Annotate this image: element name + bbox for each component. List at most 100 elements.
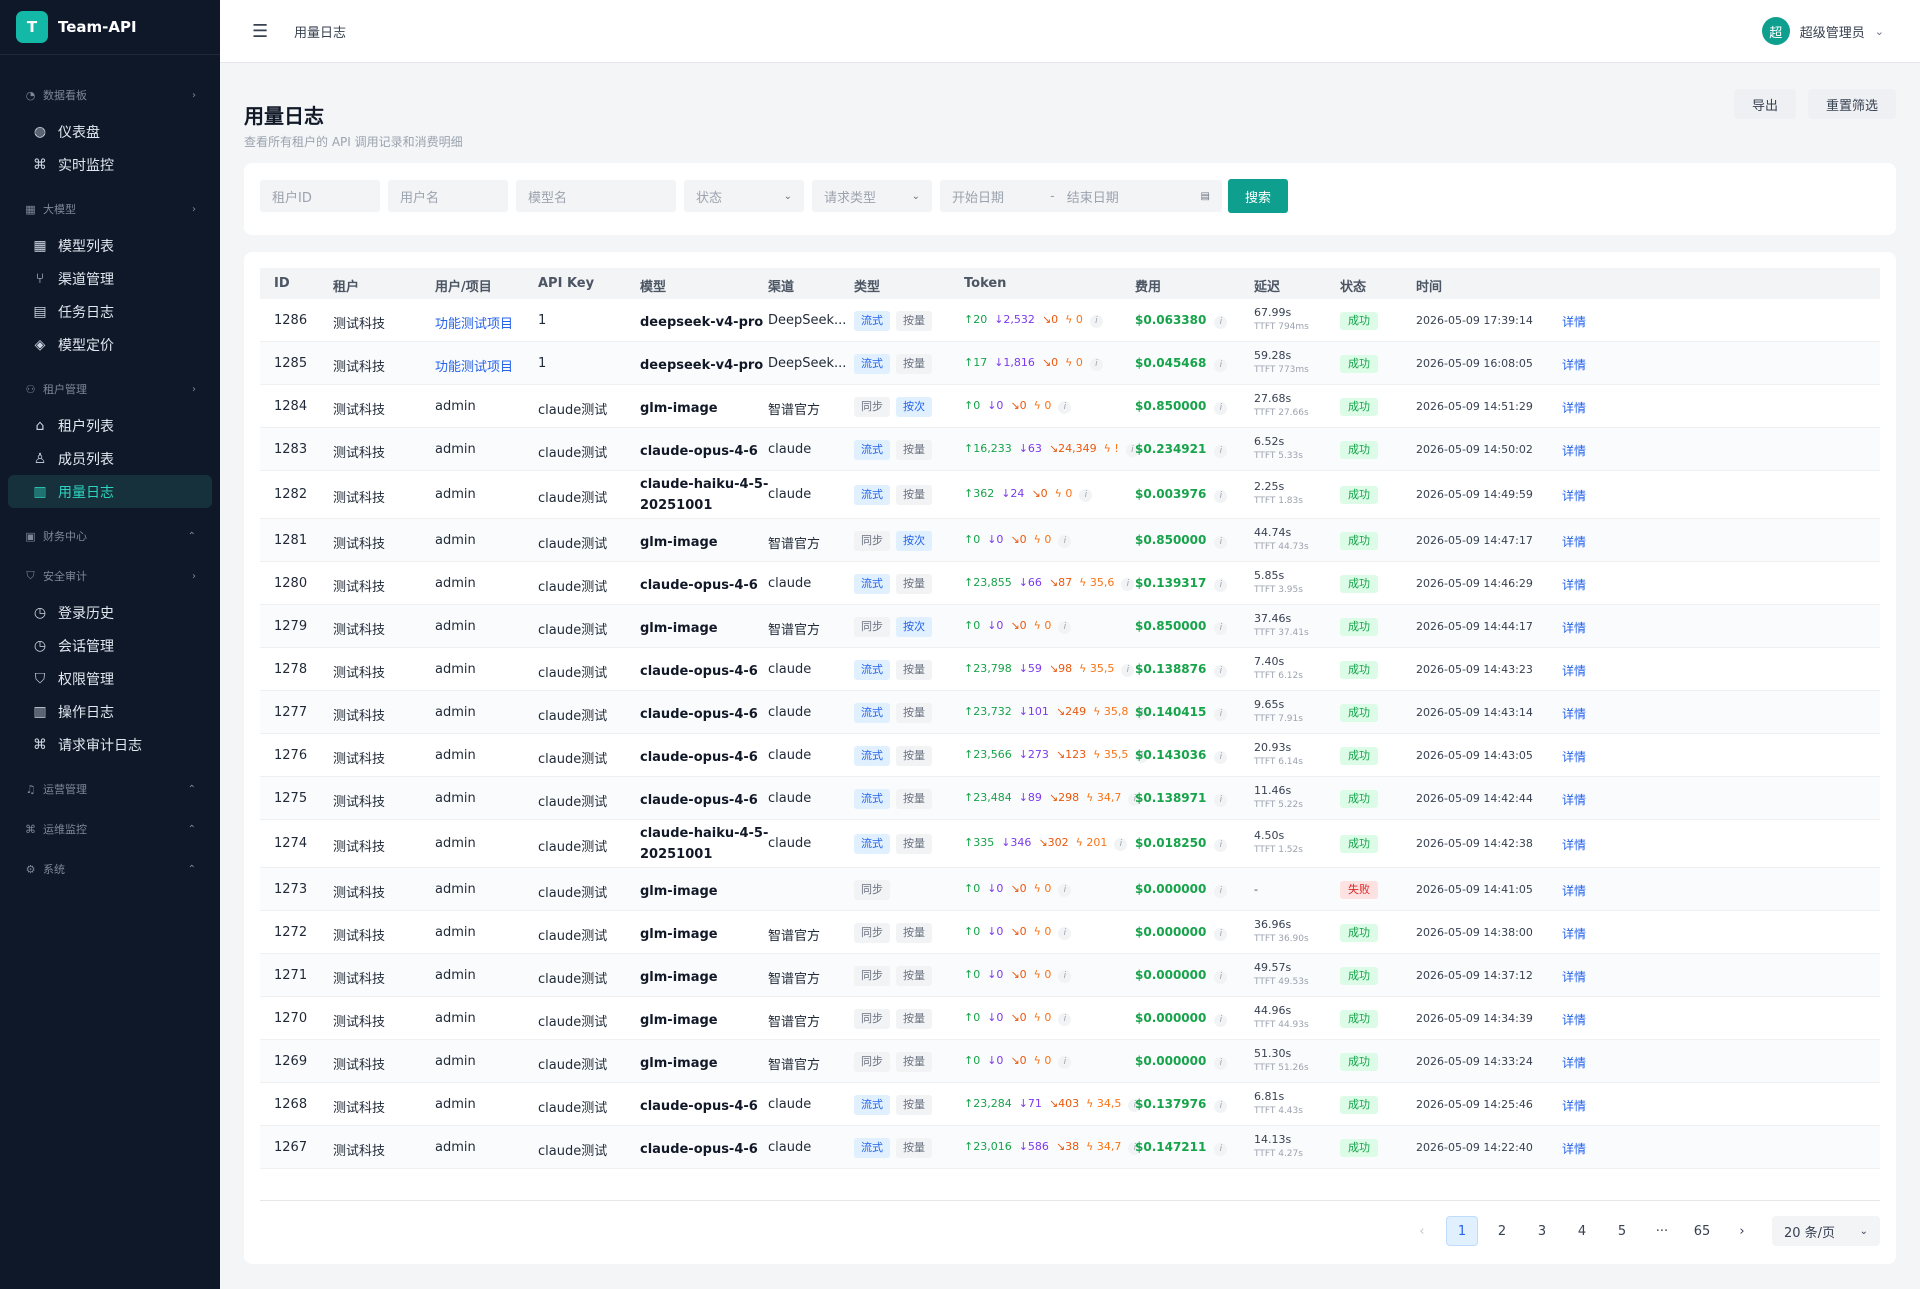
username-input[interactable]: 用户名 <box>388 180 508 212</box>
next-page-button[interactable]: › <box>1726 1216 1758 1246</box>
sidebar-item[interactable]: ♙ 成员列表 <box>8 442 212 475</box>
sidebar-item[interactable]: ⌂ 租户列表 <box>8 409 212 442</box>
info-icon[interactable]: i <box>1214 664 1228 678</box>
detail-link[interactable]: 详情 <box>1562 705 1586 722</box>
export-button[interactable]: 导出 <box>1733 89 1796 119</box>
user-menu[interactable]: 超 超级管理员 ⌄ <box>1761 17 1884 45</box>
detail-link[interactable]: 详情 <box>1562 836 1586 853</box>
model-name-input[interactable]: 模型名 <box>516 180 676 212</box>
sidebar-item[interactable]: ◷ 会话管理 <box>8 629 212 662</box>
info-icon[interactable]: i <box>1214 884 1228 898</box>
detail-link[interactable]: 详情 <box>1562 1054 1586 1071</box>
info-icon[interactable]: i <box>1121 663 1135 677</box>
info-icon[interactable]: i <box>1214 1099 1228 1113</box>
sidebar-group[interactable]: ⛉ 安全审计 › <box>8 556 212 596</box>
sidebar-item[interactable]: ⑂ 渠道管理 <box>8 262 212 295</box>
info-icon[interactable]: i <box>1214 793 1228 807</box>
sidebar-item[interactable]: ⌘ 实时监控 <box>8 148 212 181</box>
detail-link[interactable]: 详情 <box>1562 313 1586 330</box>
detail-link[interactable]: 详情 <box>1562 968 1586 985</box>
info-icon[interactable]: i <box>1214 1013 1228 1027</box>
page-button[interactable]: 5 <box>1606 1216 1638 1246</box>
page-button[interactable]: 65 <box>1686 1216 1718 1246</box>
info-icon[interactable]: i <box>1214 315 1228 329</box>
info-icon[interactable]: i <box>1214 358 1228 372</box>
sidebar-group[interactable]: ▣ 财务中心 ⌃ <box>8 516 212 556</box>
info-icon[interactable]: i <box>1214 839 1228 852</box>
sidebar-group[interactable]: ♫ 运营管理 ⌃ <box>8 769 212 809</box>
detail-link[interactable]: 详情 <box>1562 442 1586 459</box>
sidebar-item[interactable]: ▦ 模型列表 <box>8 229 212 262</box>
sidebar-item[interactable]: ⛉ 权限管理 <box>8 662 212 695</box>
info-icon[interactable]: i <box>1089 314 1103 328</box>
billing-badge: 按量 <box>896 659 932 680</box>
info-icon[interactable]: i <box>1058 1055 1072 1069</box>
request-type-select[interactable]: 请求类型 ⌄ <box>812 180 932 212</box>
page-button[interactable]: 2 <box>1486 1216 1518 1246</box>
info-icon[interactable]: i <box>1058 969 1072 983</box>
info-icon[interactable]: i <box>1214 750 1228 764</box>
detail-link[interactable]: 详情 <box>1562 1097 1586 1114</box>
user-project[interactable]: 功能测试项目 <box>435 313 513 332</box>
user-project[interactable]: 功能测试项目 <box>435 356 513 375</box>
sidebar-item[interactable]: ▥ 用量日志 <box>8 475 212 508</box>
info-icon[interactable]: i <box>1214 707 1228 721</box>
info-icon[interactable]: i <box>1214 1142 1228 1156</box>
sidebar-item[interactable]: ◷ 登录历史 <box>8 596 212 629</box>
info-icon[interactable]: i <box>1214 1056 1228 1070</box>
sidebar-item[interactable]: ◍ 仪表盘 <box>8 115 212 148</box>
sidebar-group[interactable]: ⚇ 租户管理 › <box>8 369 212 409</box>
detail-link[interactable]: 详情 <box>1562 925 1586 942</box>
info-icon[interactable]: i <box>1121 577 1135 591</box>
info-icon[interactable]: i <box>1214 621 1228 635</box>
detail-link[interactable]: 详情 <box>1562 399 1586 416</box>
detail-link[interactable]: 详情 <box>1562 791 1586 808</box>
detail-link[interactable]: 详情 <box>1562 1140 1586 1157</box>
sidebar-item[interactable]: ⌘ 请求审计日志 <box>8 728 212 761</box>
status-select[interactable]: 状态 ⌄ <box>684 180 804 212</box>
info-icon[interactable]: i <box>1058 620 1072 634</box>
info-icon[interactable]: i <box>1058 883 1072 897</box>
info-icon[interactable]: i <box>1214 401 1228 415</box>
detail-link[interactable]: 详情 <box>1562 533 1586 550</box>
search-button[interactable]: 搜索 <box>1228 179 1288 213</box>
page-size-select[interactable]: 20 条/页 ⌄ <box>1772 1216 1880 1246</box>
sidebar-group[interactable]: ⚙ 系统 ⌃ <box>8 849 212 889</box>
detail-link[interactable]: 详情 <box>1562 662 1586 679</box>
collapse-menu-icon[interactable]: ☰ <box>252 21 272 42</box>
tenant-id-input[interactable]: 租户ID <box>260 180 380 212</box>
sidebar-item[interactable]: ▥ 操作日志 <box>8 695 212 728</box>
info-icon[interactable]: i <box>1114 838 1128 851</box>
info-icon[interactable]: i <box>1214 444 1228 458</box>
detail-link[interactable]: 详情 <box>1562 748 1586 765</box>
sidebar-group[interactable]: ▦ 大模型 › <box>8 189 212 229</box>
detail-link[interactable]: 详情 <box>1562 356 1586 373</box>
detail-link[interactable]: 详情 <box>1562 1011 1586 1028</box>
page-button[interactable]: 1 <box>1446 1216 1478 1246</box>
info-icon[interactable]: i <box>1058 400 1072 414</box>
info-icon[interactable]: i <box>1214 578 1228 592</box>
detail-link[interactable]: 详情 <box>1562 619 1586 636</box>
page-button[interactable]: 4 <box>1566 1216 1598 1246</box>
info-icon[interactable]: i <box>1058 534 1072 548</box>
detail-link[interactable]: 详情 <box>1562 487 1586 504</box>
reset-filters-button[interactable]: 重置筛选 <box>1807 89 1896 119</box>
detail-link[interactable]: 详情 <box>1562 576 1586 593</box>
detail-link[interactable]: 详情 <box>1562 882 1586 899</box>
info-icon[interactable]: i <box>1214 490 1228 503</box>
sidebar-item[interactable]: ◈ 模型定价 <box>8 328 212 361</box>
info-icon[interactable]: i <box>1214 927 1228 941</box>
info-icon[interactable]: i <box>1058 1012 1072 1026</box>
prev-page-button[interactable]: ‹ <box>1406 1216 1438 1246</box>
page-button[interactable]: 3 <box>1526 1216 1558 1246</box>
sidebar-group[interactable]: ◔ 数据看板 › <box>8 75 212 115</box>
billing-badge: 按量 <box>896 1137 932 1158</box>
info-icon[interactable]: i <box>1079 489 1093 502</box>
info-icon[interactable]: i <box>1089 357 1103 371</box>
info-icon[interactable]: i <box>1058 926 1072 940</box>
sidebar-group[interactable]: ⌘ 运维监控 ⌃ <box>8 809 212 849</box>
info-icon[interactable]: i <box>1214 970 1228 984</box>
info-icon[interactable]: i <box>1214 535 1228 549</box>
sidebar-item[interactable]: ▤ 任务日志 <box>8 295 212 328</box>
date-range-picker[interactable]: 开始日期 - 结束日期 ▤ <box>940 180 1222 212</box>
